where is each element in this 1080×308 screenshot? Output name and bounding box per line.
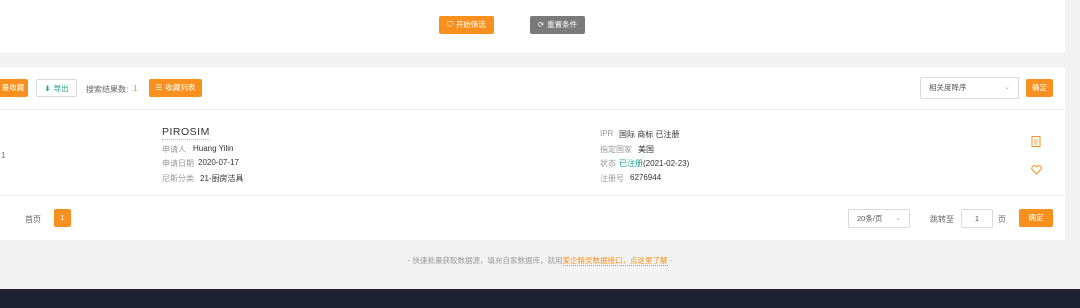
nice-class-value: 21-厨房洁具 xyxy=(200,174,244,183)
filter-icon: ⛉ xyxy=(447,20,453,29)
bulk-collect-label: 量收藏 xyxy=(1,83,25,92)
first-page-link[interactable]: 首页 xyxy=(25,214,41,225)
page-unit: 页 xyxy=(998,215,1006,224)
reset-filter-button[interactable]: ⟳ 重置条件 xyxy=(530,16,585,34)
page-1-button[interactable]: 1 xyxy=(54,209,71,227)
sort-confirm-label: 确定 xyxy=(1032,83,1047,92)
apply-date-value: 2020-07-17 xyxy=(198,158,239,167)
row-index: 1 xyxy=(1,151,6,160)
country-value: 美国 xyxy=(638,145,654,154)
favorites-list-label: 收藏列表 xyxy=(165,83,196,92)
reg-no-value: 6276944 xyxy=(630,173,662,182)
result-row: 1 PIROSIM 申请人 Huang Yilin 申请日期 2020-07-1… xyxy=(0,110,1065,195)
footer-promo: - 快速批量获取数据源，填充自家数据库，就用爱企精灵数据接口，点这里了解 - xyxy=(0,255,1080,266)
nice-class-label: 尼斯分类 xyxy=(162,174,194,183)
page-size-select[interactable]: 20条/页 ⌄ xyxy=(848,209,910,228)
goto-confirm-label: 确定 xyxy=(1028,213,1044,222)
goto-confirm-button[interactable]: 确定 xyxy=(1019,209,1053,227)
goto-label: 跳转至 xyxy=(930,215,954,224)
filter-panel: ⛉ 开始筛选 ⟳ 重置条件 xyxy=(0,0,1065,53)
status-text: 已注册 xyxy=(619,159,643,168)
reset-filter-label: 重置条件 xyxy=(547,20,578,29)
page-1-label: 1 xyxy=(60,213,65,222)
footer-suffix: - xyxy=(667,256,673,265)
chevron-down-icon: ⌄ xyxy=(895,215,901,222)
footer-text: - 快速批量获取数据源，填充自家数据库，就用 xyxy=(407,256,563,265)
apply-date-label: 申请日期 xyxy=(162,159,194,168)
page-size-value: 20条/页 xyxy=(857,214,883,223)
goto-input[interactable]: 1 xyxy=(961,209,993,228)
bulk-collect-button[interactable]: 量收藏 xyxy=(0,79,28,97)
list-icon: ☰ xyxy=(155,83,163,92)
reg-no-label: 注册号 xyxy=(600,174,624,183)
sort-confirm-button[interactable]: 确定 xyxy=(1026,79,1053,97)
sort-value: 相关度降序 xyxy=(929,83,967,92)
ipr-value: 国际 商标 已注册 xyxy=(619,130,680,139)
start-filter-label: 开始筛选 xyxy=(455,20,486,29)
heart-icon[interactable] xyxy=(1031,165,1042,177)
footer-link[interactable]: 爱企精灵数据接口，点这里了解 xyxy=(562,256,668,266)
chevron-down-icon: ⌄ xyxy=(1004,84,1010,91)
country-label: 指定国家 xyxy=(600,145,632,154)
divider xyxy=(0,195,1065,196)
result-count-label: 搜索结果数: xyxy=(86,85,129,94)
start-filter-button[interactable]: ⛉ 开始筛选 xyxy=(439,16,494,34)
result-count: 1 xyxy=(133,84,138,93)
status-date: (2021-02-23) xyxy=(643,159,690,168)
document-icon[interactable] xyxy=(1031,136,1041,149)
export-label: 导出 xyxy=(53,84,69,93)
applicant-label: 申请人 xyxy=(162,145,186,154)
footer-bar xyxy=(0,289,1080,308)
goto-value: 1 xyxy=(974,214,980,223)
ipr-label: IPR xyxy=(600,129,614,138)
results-panel: 量收藏 ⬇ 导出 搜索结果数: 1 ☰ 收藏列表 相关度降序 ⌄ 确定 1 PIRO… xyxy=(0,67,1065,240)
applicant-value: Huang Yilin xyxy=(193,144,234,153)
download-icon: ⬇ xyxy=(44,84,51,93)
favorites-list-button[interactable]: ☰ 收藏列表 xyxy=(149,79,202,97)
reset-icon: ⟳ xyxy=(537,20,545,29)
status-value: 已注册(2021-02-23) xyxy=(619,158,689,169)
status-label: 状态 xyxy=(600,159,616,168)
sort-select[interactable]: 相关度降序 ⌄ xyxy=(920,77,1019,99)
export-button[interactable]: ⬇ 导出 xyxy=(36,79,77,97)
trademark-title[interactable]: PIROSIM xyxy=(162,126,210,140)
